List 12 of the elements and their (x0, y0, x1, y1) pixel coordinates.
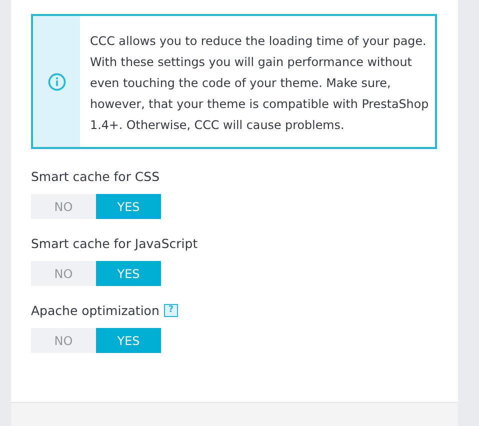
alert-text: CCC allows you to reduce the loading time of your page. With these settings you will gain performance without even touching the code of your theme. Make sure, however, that your theme is compatible with PrestaShop 1.4+. Otherwise, CCC will cause problems. (89, 33, 430, 134)
toggle-option[interactable]: NO (31, 328, 96, 353)
info-icon (48, 72, 66, 90)
help-badge[interactable]: ? (164, 304, 178, 317)
setting-label: Smart cache for CSS (31, 169, 160, 184)
setting-label: Smart cache for JavaScript (31, 236, 198, 251)
toggle-option[interactable]: YES (96, 194, 161, 219)
toggle-option[interactable]: YES (96, 328, 161, 353)
toggle-option[interactable]: NO (31, 261, 96, 286)
toggle-option[interactable]: NO (31, 194, 96, 219)
toggle-option[interactable]: YES (96, 261, 161, 286)
setting-label: Apache optimization (31, 303, 160, 318)
